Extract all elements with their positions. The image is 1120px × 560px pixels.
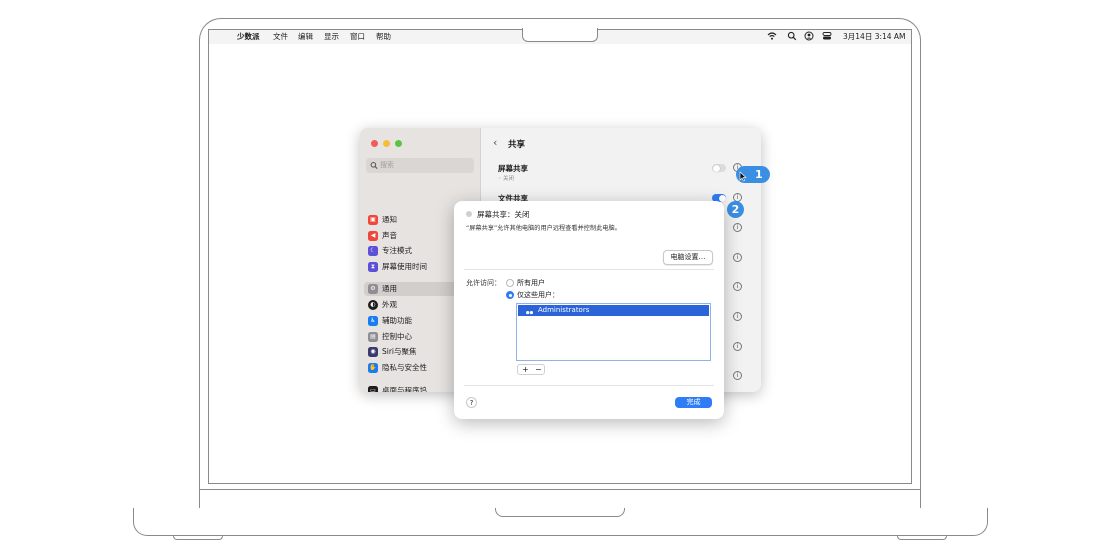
sidebar-item-label: 屏幕使用时间: [382, 262, 427, 271]
mouse-pointer-icon: [739, 167, 747, 186]
sidebar-item-notifications[interactable]: ▣ 通知: [368, 213, 397, 227]
callout-number: 1: [755, 168, 763, 181]
screen-sharing-toggle[interactable]: [712, 164, 726, 172]
allow-access-label: 允许访问：: [466, 279, 501, 287]
laptop-foot-right: [897, 535, 947, 540]
control-center-icon[interactable]: [822, 31, 832, 46]
row-info-icon[interactable]: i: [733, 282, 742, 291]
siri-icon: ◉: [368, 347, 378, 357]
desktop-dock-icon: ▭: [368, 386, 378, 392]
row-info-icon[interactable]: i: [733, 371, 742, 380]
sidebar-item-label: 外观: [382, 300, 397, 309]
sidebar-item-desktop-dock[interactable]: ▭ 桌面与程序坞: [368, 384, 427, 392]
status-dot-icon: [466, 211, 472, 217]
status-text: 关闭: [503, 176, 515, 182]
radio-only-these-users[interactable]: [506, 291, 514, 299]
app-menu[interactable]: 少数派: [237, 30, 260, 44]
sidebar-item-accessibility[interactable]: ♿ 辅助功能: [368, 314, 412, 328]
divider: [464, 269, 714, 270]
screen-time-icon: ⧗: [368, 262, 378, 272]
focus-icon: ☾: [368, 246, 378, 256]
sidebar-item-label: 桌面与程序坞: [382, 386, 427, 392]
laptop-hinge: [199, 489, 921, 509]
row-info-icon[interactable]: i: [733, 312, 742, 321]
general-icon: ⚙: [368, 284, 378, 294]
search-icon: [370, 158, 378, 179]
row-info-icon[interactable]: i: [733, 253, 742, 262]
row-info-icon[interactable]: i: [733, 223, 742, 232]
control-center-icon: ▤: [368, 332, 378, 342]
sidebar-item-sound[interactable]: ◀ 声音: [368, 229, 397, 243]
clock[interactable]: 3月14日 3:14 AM: [843, 30, 906, 44]
row-info-icon[interactable]: i: [733, 342, 742, 351]
screen-sharing-status: ◦ 关闭: [498, 176, 515, 182]
dialog-description: “屏幕共享”允许其他电脑的用户远程查看并控制此电脑。: [466, 225, 621, 232]
sidebar-item-focus[interactable]: ☾ 专注模式: [368, 244, 412, 258]
screen-sharing-dialog: 屏幕共享：关闭 “屏幕共享”允许其他电脑的用户远程查看并控制此电脑。 电脑设置……: [454, 201, 724, 419]
remove-user-button[interactable]: −: [535, 365, 542, 375]
sidebar-item-label: 辅助功能: [382, 316, 412, 325]
pane-title: 共享: [508, 140, 526, 150]
add-user-button[interactable]: +: [522, 365, 529, 375]
search-placeholder: 搜索: [380, 161, 394, 169]
sidebar-item-privacy[interactable]: ✋ 隐私与安全性: [368, 361, 427, 375]
callout-number: 2: [731, 203, 740, 216]
radio-only-these-users-label: 仅这些用户：: [517, 291, 559, 299]
group-icon: [524, 305, 535, 324]
list-item-label: Administrators: [538, 306, 590, 314]
minimize-button[interactable]: [383, 140, 390, 147]
menu-file[interactable]: 文件: [273, 30, 288, 44]
add-remove-control: + −: [517, 364, 545, 375]
back-button[interactable]: ‹: [493, 136, 497, 149]
menu-view[interactable]: 显示: [324, 30, 339, 44]
laptop-foot-left: [173, 535, 223, 540]
sidebar-item-screen-time[interactable]: ⧗ 屏幕使用时间: [368, 260, 427, 274]
radio-all-users-label: 所有用户: [517, 279, 545, 287]
sidebar-item-siri[interactable]: ◉ Siri与聚焦: [368, 345, 417, 359]
sidebar-item-control-center[interactable]: ▤ 控制中心: [368, 330, 412, 344]
radio-all-users[interactable]: [506, 279, 514, 287]
sidebar-item-label: 隐私与安全性: [382, 363, 427, 372]
divider: [464, 385, 714, 386]
laptop-opening-notch: [495, 508, 625, 517]
notification-icon: ▣: [368, 215, 378, 225]
menu-edit[interactable]: 编辑: [298, 30, 313, 44]
sidebar-item-label: 声音: [382, 231, 397, 240]
dialog-title: 屏幕共享：关闭: [477, 210, 530, 219]
camera-notch: [522, 28, 598, 42]
laptop-screen: 少数派 文件 编辑 显示 窗口 帮助 3月14日 3:14 AM 搜索 ▣ 通知…: [208, 29, 912, 484]
sidebar-item-label: 通用: [382, 284, 397, 293]
appearance-icon: ◐: [368, 300, 378, 310]
sidebar-item-label: Siri与聚焦: [382, 347, 417, 356]
screen-sharing-title: 屏幕共享: [498, 164, 528, 173]
close-button[interactable]: [371, 140, 378, 147]
wifi-icon[interactable]: [767, 31, 777, 46]
done-button[interactable]: 完成: [675, 397, 712, 408]
user-icon[interactable]: [804, 31, 814, 46]
users-list[interactable]: Administrators: [516, 303, 711, 361]
help-button[interactable]: ?: [466, 397, 477, 408]
search-field[interactable]: 搜索: [366, 158, 474, 173]
privacy-icon: ✋: [368, 363, 378, 373]
list-item[interactable]: Administrators: [518, 305, 709, 318]
sidebar-item-label: 专注模式: [382, 246, 412, 255]
sidebar-item-appearance[interactable]: ◐ 外观: [368, 298, 397, 312]
sidebar-item-label: 通知: [382, 215, 397, 224]
callout-2: 2: [727, 201, 744, 218]
search-icon[interactable]: [787, 31, 797, 46]
zoom-button[interactable]: [395, 140, 402, 147]
sound-icon: ◀: [368, 231, 378, 241]
computer-settings-button[interactable]: 电脑设置…: [663, 250, 713, 265]
sidebar-item-label: 控制中心: [382, 332, 412, 341]
menu-help[interactable]: 帮助: [376, 30, 391, 44]
menu-window[interactable]: 窗口: [350, 30, 365, 44]
accessibility-icon: ♿: [368, 316, 378, 326]
